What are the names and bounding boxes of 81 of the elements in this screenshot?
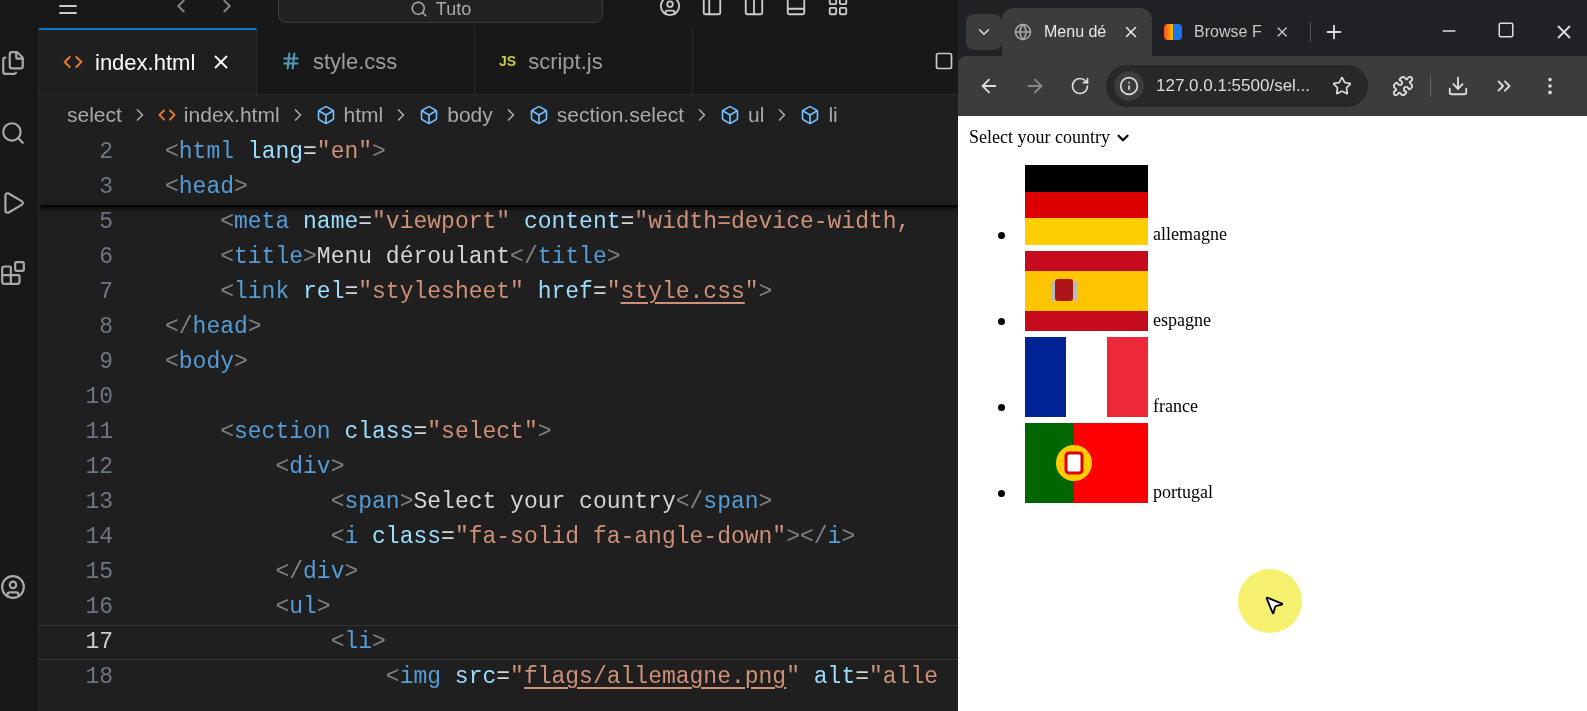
breadcrumb-item[interactable]: section.select xyxy=(556,99,685,131)
info-icon[interactable] xyxy=(1119,76,1139,96)
breadcrumb-item[interactable]: select xyxy=(67,99,122,131)
cube-icon xyxy=(528,105,549,125)
code-line: </div> xyxy=(274,558,359,588)
line-number: 8 xyxy=(98,313,114,343)
account-icon[interactable] xyxy=(0,574,26,600)
search-icon xyxy=(409,0,428,18)
country-name[interactable]: espagne xyxy=(1153,311,1211,329)
line-number: 7 xyxy=(98,278,114,308)
line-number: 15 xyxy=(84,558,114,588)
code-line: <li> xyxy=(329,628,386,658)
code-line: <section class="select"> xyxy=(219,418,552,448)
breadcrumb-item[interactable]: index.html xyxy=(183,99,280,131)
line-number: 2 xyxy=(98,138,114,168)
browser-tab[interactable]: Menu dé xyxy=(1002,8,1152,56)
maximize-icon[interactable] xyxy=(1497,21,1515,39)
extensions-icon[interactable] xyxy=(1392,75,1414,97)
tab-search-button[interactable] xyxy=(966,14,1002,50)
split-editor-icon[interactable] xyxy=(934,51,954,71)
cube-icon xyxy=(720,105,741,125)
files-icon[interactable] xyxy=(0,50,26,76)
bullet-icon xyxy=(998,490,1005,497)
editor-tab[interactable]: JS script.js xyxy=(475,28,693,94)
line-number: 13 xyxy=(84,488,114,518)
code-line: <img src="flags/allemagne.png" alt="alle xyxy=(384,663,938,693)
line-number: 3 xyxy=(98,173,114,203)
address-bar[interactable]: 127.0.0.1:5500/sel... xyxy=(1106,65,1368,107)
bullet-icon xyxy=(998,318,1005,325)
code-line: <head> xyxy=(165,173,248,203)
search-field[interactable]: Tuto xyxy=(278,0,603,23)
hash-icon xyxy=(281,51,301,71)
bullet-icon xyxy=(998,232,1005,239)
extensions-icon[interactable] xyxy=(0,260,26,286)
line-number: 10 xyxy=(84,383,114,413)
line-number: 6 xyxy=(98,243,114,273)
country-name[interactable]: france xyxy=(1153,397,1198,415)
code-line: </head> xyxy=(165,313,262,343)
split-icon[interactable] xyxy=(743,0,765,17)
code-line: <i class="fa-solid fa-angle-down"></i> xyxy=(329,523,856,553)
panel-bottom-icon[interactable] xyxy=(785,0,807,17)
editor-tab[interactable]: style.css xyxy=(257,28,475,94)
layout-icon[interactable] xyxy=(827,0,849,17)
breadcrumb-item[interactable]: ul xyxy=(748,99,765,131)
select-label[interactable]: Select your country xyxy=(969,124,1110,151)
line-number: 14 xyxy=(84,523,114,553)
code-line: <span>Select your country</span> xyxy=(329,488,773,518)
breadcrumb-item[interactable]: li xyxy=(828,99,838,131)
code-line: <body> xyxy=(165,348,248,378)
reload-icon[interactable] xyxy=(1070,76,1090,96)
globe-icon xyxy=(1014,23,1032,41)
code-line: <div> xyxy=(274,453,345,483)
panel-left-icon[interactable] xyxy=(701,0,723,17)
code-line: <link rel="stylesheet" href="style.css"> xyxy=(219,278,773,308)
cube-icon xyxy=(800,105,821,125)
editor-tab[interactable]: index.html xyxy=(39,28,257,94)
line-number: 9 xyxy=(98,348,114,378)
country-name[interactable]: allemagne xyxy=(1153,225,1227,243)
code-line: <html lang="en"> xyxy=(165,138,386,168)
code-line: <ul> xyxy=(274,593,331,623)
code-line: <title>Menu déroulant</title> xyxy=(219,243,621,273)
js-icon: JS xyxy=(499,50,517,72)
bullet-icon xyxy=(998,404,1005,411)
star-icon[interactable] xyxy=(1332,76,1352,96)
browser-tab[interactable]: Browse F xyxy=(1152,8,1302,56)
breadcrumb-item[interactable]: body xyxy=(447,99,493,131)
line-number: 18 xyxy=(84,663,114,693)
cube-icon xyxy=(315,105,336,125)
line-number: 17 xyxy=(84,628,114,658)
country-name[interactable]: portugal xyxy=(1153,483,1213,501)
line-number: 5 xyxy=(98,208,114,238)
app-logo-icon xyxy=(1164,24,1183,40)
line-number: 16 xyxy=(84,593,114,623)
line-number: 12 xyxy=(84,453,114,483)
code-line: <meta name="viewport" content="width=device-width, xyxy=(219,208,911,238)
download-icon[interactable] xyxy=(1447,75,1469,97)
search-icon[interactable] xyxy=(0,120,26,146)
mouse-pointer-icon xyxy=(1263,594,1285,616)
cube-icon xyxy=(419,105,440,125)
breadcrumb-item[interactable]: html xyxy=(343,99,384,131)
line-number: 11 xyxy=(84,418,114,448)
